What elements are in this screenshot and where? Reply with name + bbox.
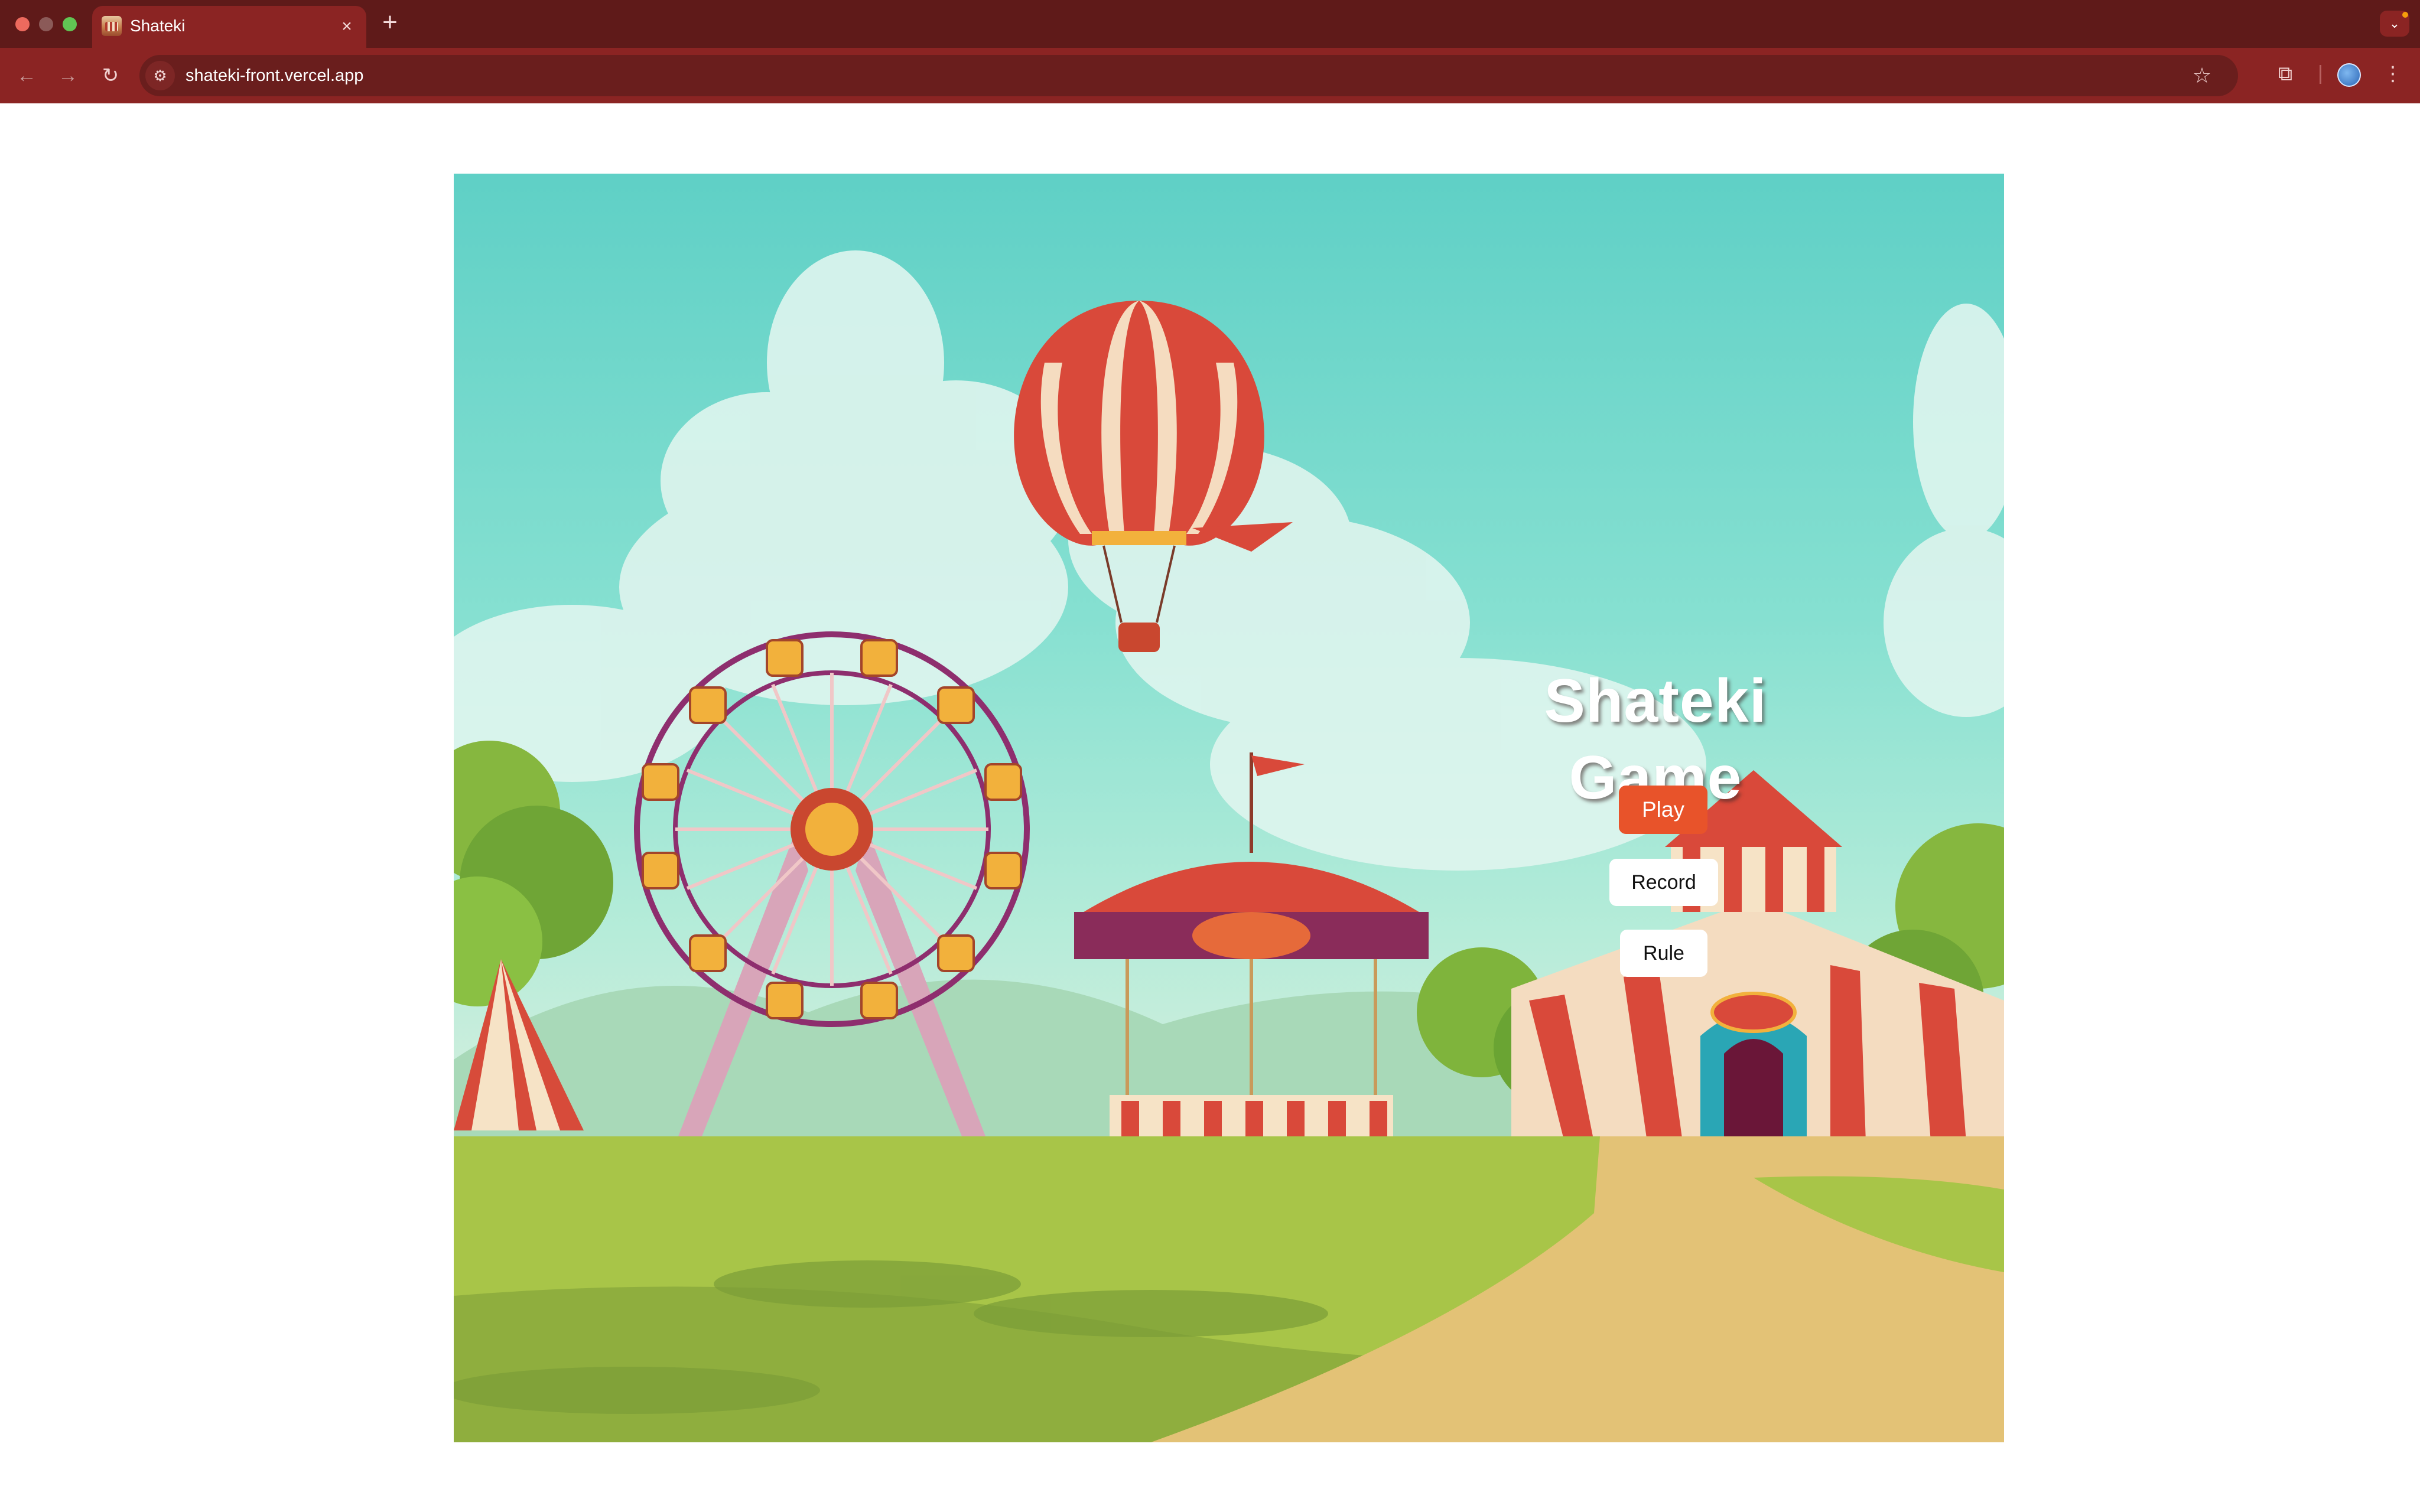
- url-text[interactable]: shateki-front.vercel.app: [186, 64, 363, 87]
- puzzle-icon[interactable]: ⧉: [2272, 61, 2298, 87]
- record-button[interactable]: Record: [1609, 859, 1718, 906]
- window-minimize-dot[interactable]: [39, 17, 53, 31]
- toolbar-divider: [2320, 65, 2321, 84]
- star-icon[interactable]: ☆: [2190, 63, 2214, 88]
- rule-button[interactable]: Rule: [1620, 930, 1707, 977]
- browser-toolbar: ← → ↻ ⚙ shateki-front.vercel.app ☆: [0, 48, 2420, 103]
- tune-icon[interactable]: ⚙: [145, 61, 175, 90]
- play-button[interactable]: Play: [1619, 786, 1707, 834]
- kebab-menu-icon[interactable]: ⋮: [2381, 61, 2405, 87]
- reload-icon[interactable]: ↻: [96, 61, 125, 90]
- window-zoom-dot[interactable]: [63, 17, 77, 31]
- address-bar[interactable]: ⚙ shateki-front.vercel.app ☆: [139, 55, 2238, 96]
- browser-tab-bar: Shateki × + ⌄: [0, 0, 2420, 48]
- browser-tab-active[interactable]: Shateki ×: [92, 6, 366, 48]
- arrow-right-icon[interactable]: →: [53, 61, 83, 90]
- arrow-left-icon[interactable]: ←: [12, 61, 41, 90]
- favicon-icon: [102, 16, 122, 36]
- close-icon[interactable]: ×: [338, 18, 356, 35]
- window-close-dot[interactable]: [15, 17, 30, 31]
- notification-dot: [2402, 12, 2408, 18]
- plus-icon[interactable]: +: [378, 9, 402, 35]
- avatar[interactable]: [2337, 63, 2361, 87]
- chevron-down-icon[interactable]: ⌄: [2380, 11, 2409, 37]
- tab-title: Shateki: [130, 17, 186, 35]
